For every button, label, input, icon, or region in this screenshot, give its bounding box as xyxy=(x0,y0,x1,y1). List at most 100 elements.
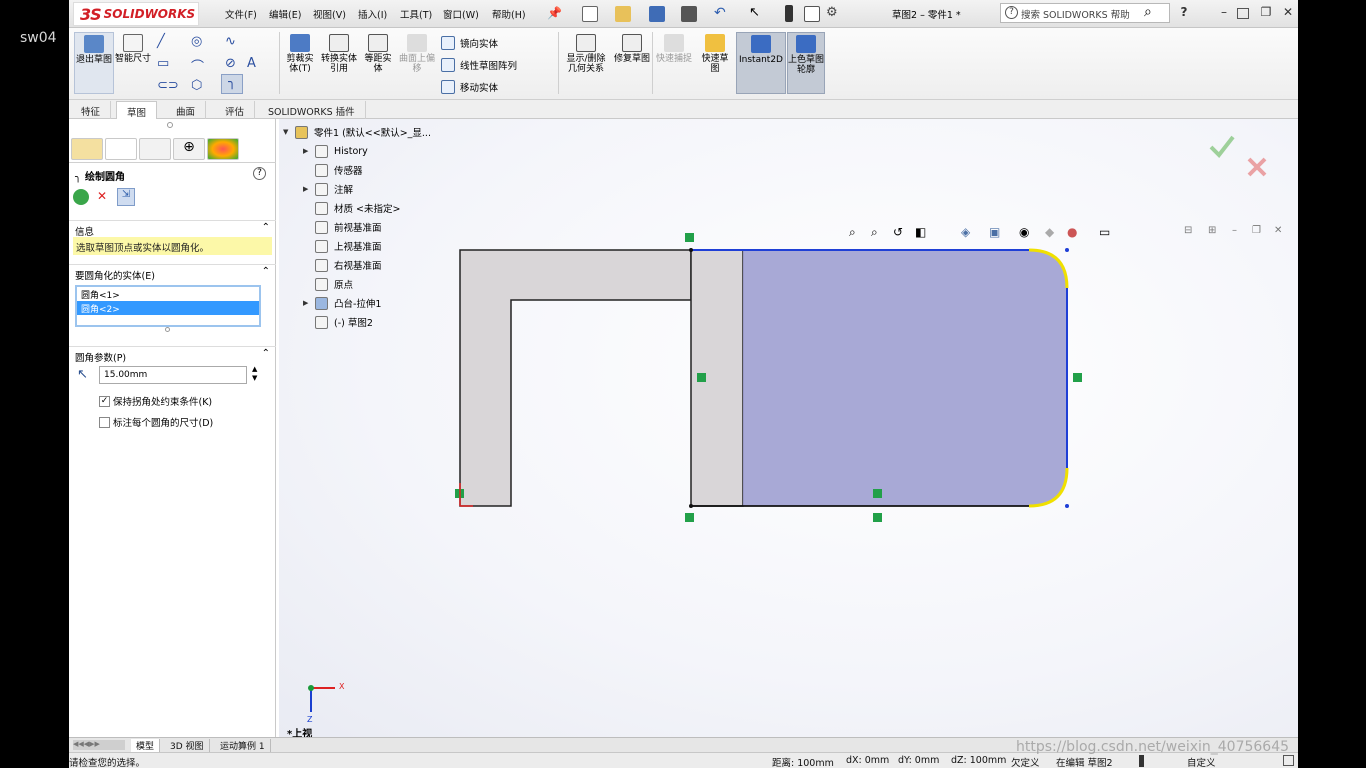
smart-dimension-button[interactable]: 智能尺寸 xyxy=(115,32,151,94)
mirror-entities-button[interactable]: 镜向实体 xyxy=(441,34,556,52)
shaded-contours-button[interactable]: 上色草图轮廓 xyxy=(787,32,825,94)
arc-icon[interactable]: ⌒ xyxy=(191,56,204,75)
menu-insert[interactable]: 插入(I) xyxy=(358,7,387,21)
search-icon[interactable]: ⌕ xyxy=(1144,4,1152,20)
doc-close-button[interactable]: ✕ xyxy=(1274,225,1282,236)
convert-entities-button[interactable]: 转换实体引用 xyxy=(321,32,357,94)
hide-show-icon[interactable]: ◉ xyxy=(1019,225,1029,239)
previous-view-icon[interactable]: ↺ xyxy=(893,225,903,239)
spline-icon[interactable]: ∿ xyxy=(225,34,236,49)
tab-model[interactable]: 模型 xyxy=(131,739,161,752)
select-arrow-icon[interactable]: ↖ xyxy=(749,6,765,22)
edit-appearance-icon[interactable]: ◆ xyxy=(1045,225,1054,239)
tree-item-annotations[interactable]: ▶ 注解 xyxy=(303,181,353,197)
entities-to-fillet-list[interactable]: 圆角<1> 圆角<2> xyxy=(75,285,261,327)
params-section-header[interactable]: 圆角参数(P) ⌃ xyxy=(69,346,276,364)
close-button[interactable]: ✕ xyxy=(1281,5,1295,19)
relations-button[interactable]: 显示/删除几何关系 xyxy=(562,32,610,94)
tree-item-sensors[interactable]: 传感器 xyxy=(315,162,363,178)
menu-tools[interactable]: 工具(T) xyxy=(400,7,432,21)
instant2d-button[interactable]: Instant2D xyxy=(736,32,786,94)
linear-pattern-button[interactable]: 线性草图阵列 xyxy=(441,56,556,74)
tile-button[interactable] xyxy=(1237,8,1249,19)
options-gear-icon[interactable]: ⚙ xyxy=(826,6,842,22)
list-item[interactable]: 圆角<2> xyxy=(77,301,259,315)
exit-sketch-button[interactable]: 退出草图 xyxy=(74,32,114,94)
tree-item-boss-extrude[interactable]: ▶ 凸台-拉伸1 xyxy=(303,295,381,311)
configuration-manager-tab-icon[interactable] xyxy=(139,138,171,160)
tab-surfaces[interactable]: 曲面 xyxy=(166,101,207,119)
doc-minimize-button[interactable]: – xyxy=(1232,225,1237,236)
menu-file[interactable]: 文件(F) xyxy=(225,7,257,21)
panel-splitter-handle[interactable] xyxy=(167,122,173,128)
solidworks-logo[interactable]: 3S SOLIDWORKS xyxy=(73,2,199,26)
pin-icon[interactable]: 📌 xyxy=(547,6,562,20)
keep-visible-pin-button[interactable]: ⇲ xyxy=(117,188,135,206)
help-icon[interactable]: ? xyxy=(253,167,266,180)
tree-item-origin[interactable]: 原点 xyxy=(315,276,353,292)
line-icon[interactable]: ╱ xyxy=(157,34,165,49)
radius-spinner[interactable]: ▲ ▼ xyxy=(252,365,257,383)
undo-icon[interactable]: ↶ xyxy=(714,6,730,22)
tree-item-top-plane[interactable]: 上视基准面 xyxy=(315,238,382,254)
zoom-area-icon[interactable]: ⌕ xyxy=(871,225,878,240)
print-icon[interactable] xyxy=(681,6,697,22)
sketch-fillet-icon[interactable]: ╮ xyxy=(221,74,243,94)
repair-sketch-button[interactable]: 修复草图 xyxy=(614,32,650,94)
doc-restore-button[interactable]: ❐ xyxy=(1252,225,1261,236)
circle-icon[interactable]: ◎ xyxy=(191,34,202,49)
tab-sketch[interactable]: 草图 xyxy=(116,101,158,119)
menu-window[interactable]: 窗口(W) xyxy=(443,7,479,21)
display-style-icon[interactable]: ▣ xyxy=(989,225,1000,239)
ellipse-icon[interactable]: ⊘ xyxy=(225,56,236,71)
section-view-icon[interactable]: ◧ xyxy=(915,225,926,239)
view-settings-icon[interactable]: ▭ xyxy=(1099,225,1110,239)
doc-next-icon[interactable]: ⊞ xyxy=(1208,225,1216,236)
rebuild-indicator-icon[interactable] xyxy=(1139,755,1144,767)
list-resize-handle[interactable] xyxy=(165,327,170,332)
rebuild-traffic-light-icon[interactable] xyxy=(785,5,793,22)
menu-edit[interactable]: 编辑(E) xyxy=(269,7,301,21)
tab-motion-study[interactable]: 运动算例 1 xyxy=(215,739,271,752)
zoom-to-fit-icon[interactable]: ⌕ xyxy=(849,225,856,240)
restore-button[interactable]: ❐ xyxy=(1259,5,1273,19)
display-manager-tab-icon[interactable] xyxy=(207,138,239,160)
open-folder-icon[interactable] xyxy=(615,6,631,22)
tree-item-history[interactable]: ▶ History xyxy=(303,143,368,159)
save-icon[interactable] xyxy=(649,6,665,22)
fillet-radius-input[interactable]: 15.00mm xyxy=(99,366,247,384)
feature-manager-tab-icon[interactable] xyxy=(71,138,103,160)
rectangle-icon[interactable]: ▭ xyxy=(157,56,169,71)
doc-tile-icon[interactable]: ⊟ xyxy=(1184,225,1192,236)
keep-constraints-checkbox[interactable]: ✓ 保持拐角处约束条件(K) xyxy=(99,394,212,408)
tab-features[interactable]: 特征 xyxy=(71,101,112,119)
offset-on-surface-button[interactable]: 曲面上偏移 xyxy=(399,32,435,94)
status-units[interactable]: 自定义 xyxy=(1187,755,1216,768)
polygon-icon[interactable]: ⬡ xyxy=(191,78,202,93)
trim-entities-button[interactable]: 剪裁实体(T) xyxy=(283,32,317,94)
quick-snaps-button[interactable]: 快速捕捉 xyxy=(656,32,692,94)
list-item[interactable]: 圆角<1> xyxy=(77,287,259,301)
move-entities-button[interactable]: 移动实体 xyxy=(441,78,556,96)
tab-3d-view[interactable]: 3D 视图 xyxy=(165,739,210,752)
text-icon[interactable]: A xyxy=(247,56,256,71)
ok-button[interactable] xyxy=(73,189,89,205)
graphics-area[interactable]: X Z *上视 ⌕ ⌕ ↺ ◧ ◈ ▣ ◉ ◆ ● ▭ ⊟ ⊞ – ❐ ✕ ▼ … xyxy=(279,119,1298,740)
entities-section-header[interactable]: 要圆角化的实体(E) ⌃ xyxy=(69,264,276,282)
info-section-header[interactable]: 信息 ⌃ xyxy=(69,220,276,238)
file-properties-icon[interactable] xyxy=(804,6,820,22)
property-manager-tab-icon[interactable] xyxy=(105,138,137,160)
dimxpert-tab-icon[interactable]: ⊕ xyxy=(173,138,205,160)
tree-item-sketch2[interactable]: (-) 草图2 xyxy=(315,314,373,330)
menu-help[interactable]: 帮助(H) xyxy=(492,7,526,21)
rapid-sketch-button[interactable]: 快速草图 xyxy=(698,32,732,94)
minimize-button[interactable]: – xyxy=(1217,5,1231,19)
tab-addins[interactable]: SOLIDWORKS 插件 xyxy=(258,101,366,119)
offset-entities-button[interactable]: 等距实体 xyxy=(361,32,395,94)
menu-view[interactable]: 视图(V) xyxy=(313,7,346,21)
cancel-button[interactable]: ✕ xyxy=(97,189,107,203)
tree-item-front-plane[interactable]: 前视基准面 xyxy=(315,219,382,235)
help-menu-icon[interactable]: ? xyxy=(1177,5,1191,19)
tree-item-material[interactable]: 材质 <未指定> xyxy=(315,200,400,216)
view-orientation-icon[interactable]: ◈ xyxy=(961,225,970,239)
